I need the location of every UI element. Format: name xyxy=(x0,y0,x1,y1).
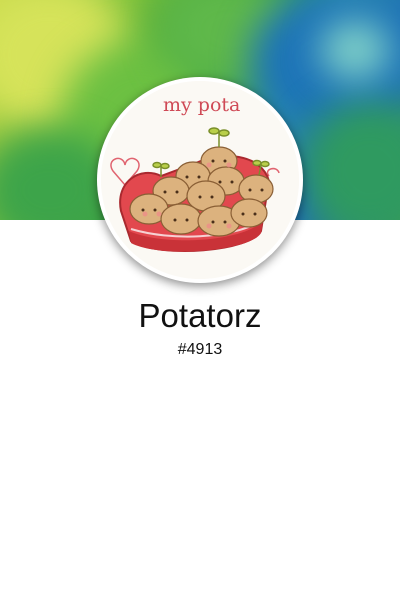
username: Potatorz xyxy=(138,297,262,334)
profile-card: my pota Potatorz #4913 xyxy=(0,0,400,600)
discriminator: #4913 xyxy=(177,341,223,358)
avatar-caption: my pota xyxy=(163,94,240,116)
avatar-image: my pota xyxy=(101,81,299,279)
avatar[interactable]: my pota xyxy=(97,77,303,283)
potato-heart-box-icon: my pota xyxy=(101,81,299,279)
